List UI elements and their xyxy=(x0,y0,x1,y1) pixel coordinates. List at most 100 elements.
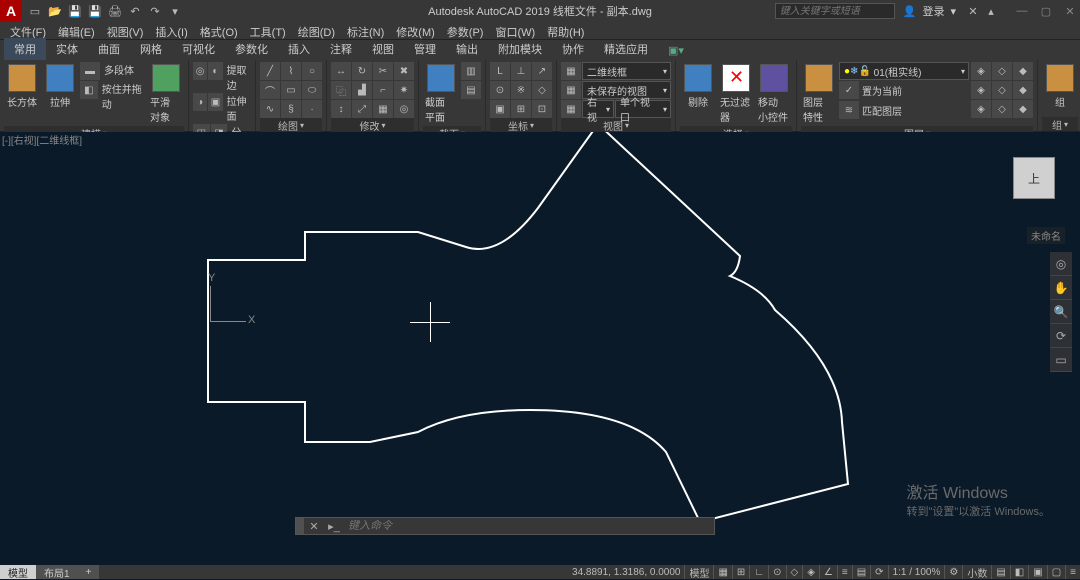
menu-param[interactable]: 参数(P) xyxy=(441,22,490,39)
grid-toggle-icon[interactable]: ▦ xyxy=(713,565,731,579)
transparency-toggle-icon[interactable]: ▤ xyxy=(852,565,870,579)
laymch-icon[interactable]: ≋ xyxy=(839,101,859,119)
annoscale-display[interactable]: 1:1 / 100% xyxy=(888,565,945,579)
tab-mesh[interactable]: 网格 xyxy=(130,38,172,60)
tab-output[interactable]: 输出 xyxy=(446,38,488,60)
nav-zoom-icon[interactable]: 🔍 xyxy=(1050,300,1072,324)
tab-addins[interactable]: 附加模块 xyxy=(488,38,552,60)
layer-misc7-icon[interactable]: ◈ xyxy=(971,100,991,118)
panel-coord-title[interactable]: 坐标 xyxy=(490,118,552,132)
box-button[interactable]: 长方体 xyxy=(4,62,40,111)
ortho-toggle-icon[interactable]: ∟ xyxy=(749,565,768,579)
qat-open-icon[interactable]: 📂 xyxy=(46,2,64,20)
tab-annotate[interactable]: 注释 xyxy=(320,38,362,60)
panel-group-title[interactable]: 组 xyxy=(1042,117,1078,131)
point-icon[interactable]: · xyxy=(302,100,322,118)
menu-help[interactable]: 帮助(H) xyxy=(541,22,590,39)
view-combo[interactable]: 右视 xyxy=(582,100,614,118)
extrudeface-icon[interactable]: ▣ xyxy=(208,93,222,111)
menu-view[interactable]: 视图(V) xyxy=(101,22,150,39)
qat-plot-icon[interactable]: 🖨 xyxy=(106,2,124,20)
nav-wheel-icon[interactable]: ◎ xyxy=(1050,252,1072,276)
menu-tools[interactable]: 工具(T) xyxy=(244,22,292,39)
login-area[interactable]: 👤 登录 ▾ xyxy=(903,3,956,19)
tab-featured[interactable]: 精选应用 xyxy=(594,38,658,60)
union-icon[interactable]: ◎ xyxy=(193,62,207,80)
layout1-tab[interactable]: 布局1 xyxy=(36,565,78,579)
fillet-icon[interactable]: ⌐ xyxy=(373,81,393,99)
move-icon[interactable]: ↔ xyxy=(331,62,351,80)
line-icon[interactable]: ╱ xyxy=(260,62,280,80)
isolate-icon[interactable]: ◧ xyxy=(1010,565,1028,579)
model-tab[interactable]: 模型 xyxy=(0,565,36,579)
menu-dim[interactable]: 标注(N) xyxy=(341,22,390,39)
tab-manage[interactable]: 管理 xyxy=(404,38,446,60)
qat-saveas-icon[interactable]: 💾 xyxy=(86,2,104,20)
layer-combo[interactable]: ●❄🔓 01(租实线) xyxy=(839,62,969,80)
minimize-button[interactable]: — xyxy=(1012,5,1032,18)
help-icon[interactable]: ▴ xyxy=(982,2,1000,20)
spline-icon[interactable]: ∿ xyxy=(260,100,280,118)
menu-insert[interactable]: 插入(I) xyxy=(149,22,193,39)
section-icon1[interactable]: ▥ xyxy=(461,62,481,80)
ucs-icon1[interactable]: L xyxy=(490,62,510,80)
tab-surface[interactable]: 曲面 xyxy=(88,38,130,60)
qat-undo-icon[interactable]: ↶ xyxy=(126,2,144,20)
maximize-button[interactable]: ▢ xyxy=(1036,5,1056,18)
panel-draw-title[interactable]: 绘图 xyxy=(260,118,322,132)
polysolid-icon[interactable]: ▬ xyxy=(80,62,100,80)
tab-extra-icon[interactable]: ▣▾ xyxy=(658,41,694,60)
ucs-icon9[interactable]: ⊡ xyxy=(532,100,552,118)
layer-misc8-icon[interactable]: ◇ xyxy=(992,100,1012,118)
polyline-icon[interactable]: ⌇ xyxy=(281,62,301,80)
layer-misc5-icon[interactable]: ◇ xyxy=(992,81,1012,99)
group-button[interactable]: 组 xyxy=(1042,62,1078,111)
mirror-icon[interactable]: ▟ xyxy=(352,81,372,99)
tab-home[interactable]: 常用 xyxy=(4,38,46,60)
visualstyle-icon[interactable]: ▦ xyxy=(561,62,581,80)
tab-visualize[interactable]: 可视化 xyxy=(172,38,225,60)
copy-icon[interactable]: ⿻ xyxy=(331,81,351,99)
savedview-icon[interactable]: ▦ xyxy=(561,81,581,99)
layer-misc4-icon[interactable]: ◈ xyxy=(971,81,991,99)
section-icon2[interactable]: ▤ xyxy=(461,81,481,99)
customize-icon[interactable]: ▤ xyxy=(991,565,1009,579)
panel-modify-title[interactable]: 修改 xyxy=(331,118,414,132)
layer-misc3-icon[interactable]: ◆ xyxy=(1013,62,1033,80)
qat-redo-icon[interactable]: ↷ xyxy=(146,2,164,20)
extrude-button[interactable]: 拉伸 xyxy=(42,62,78,111)
ucs-icon2[interactable]: ⊥ xyxy=(511,62,531,80)
3dosnap-toggle-icon[interactable]: ◈ xyxy=(802,565,819,579)
presspull-icon[interactable]: ◧ xyxy=(80,81,98,99)
cmd-drag-handle[interactable] xyxy=(296,518,304,534)
nav-showmotion-icon[interactable]: ▭ xyxy=(1050,348,1072,372)
menu-edit[interactable]: 编辑(E) xyxy=(52,22,101,39)
layer-misc2-icon[interactable]: ◇ xyxy=(992,62,1012,80)
ucs-icon7[interactable]: ▣ xyxy=(490,100,510,118)
menu-modify[interactable]: 修改(M) xyxy=(390,22,441,39)
nav-pan-icon[interactable]: ✋ xyxy=(1050,276,1072,300)
polar-toggle-icon[interactable]: ⊙ xyxy=(768,565,785,579)
laymcur-icon[interactable]: ✓ xyxy=(839,81,859,99)
cmd-prompt-icon[interactable]: ▸_ xyxy=(324,520,344,533)
status-menu-icon[interactable]: ≡ xyxy=(1065,565,1080,579)
tab-view[interactable]: 视图 xyxy=(362,38,404,60)
hardware-accel-icon[interactable]: ▣ xyxy=(1028,565,1046,579)
add-layout-tab[interactable]: + xyxy=(78,565,100,579)
cmd-close-icon[interactable]: ✕ xyxy=(304,520,324,533)
viewcube[interactable]: 上 xyxy=(1013,157,1055,199)
layer-misc9-icon[interactable]: ◆ xyxy=(1013,100,1033,118)
snap-toggle-icon[interactable]: ⊞ xyxy=(732,565,749,579)
intersect-icon[interactable]: ◑ xyxy=(193,93,207,111)
nav-orbit-icon[interactable]: ⟳ xyxy=(1050,324,1072,348)
menu-format[interactable]: 格式(O) xyxy=(194,22,244,39)
layer-misc1-icon[interactable]: ◈ xyxy=(971,62,991,80)
ucs-icon4[interactable]: ⊙ xyxy=(490,81,510,99)
cull-button[interactable]: 剔除 xyxy=(680,62,716,111)
qat-dropdown-icon[interactable]: ▾ xyxy=(166,2,184,20)
viewport-combo[interactable]: 单个视口 xyxy=(615,100,671,118)
ucs-icon5[interactable]: ※ xyxy=(511,81,531,99)
helix-icon[interactable]: § xyxy=(281,100,301,118)
command-input[interactable] xyxy=(344,520,714,532)
stretch-icon[interactable]: ↕ xyxy=(331,100,351,118)
